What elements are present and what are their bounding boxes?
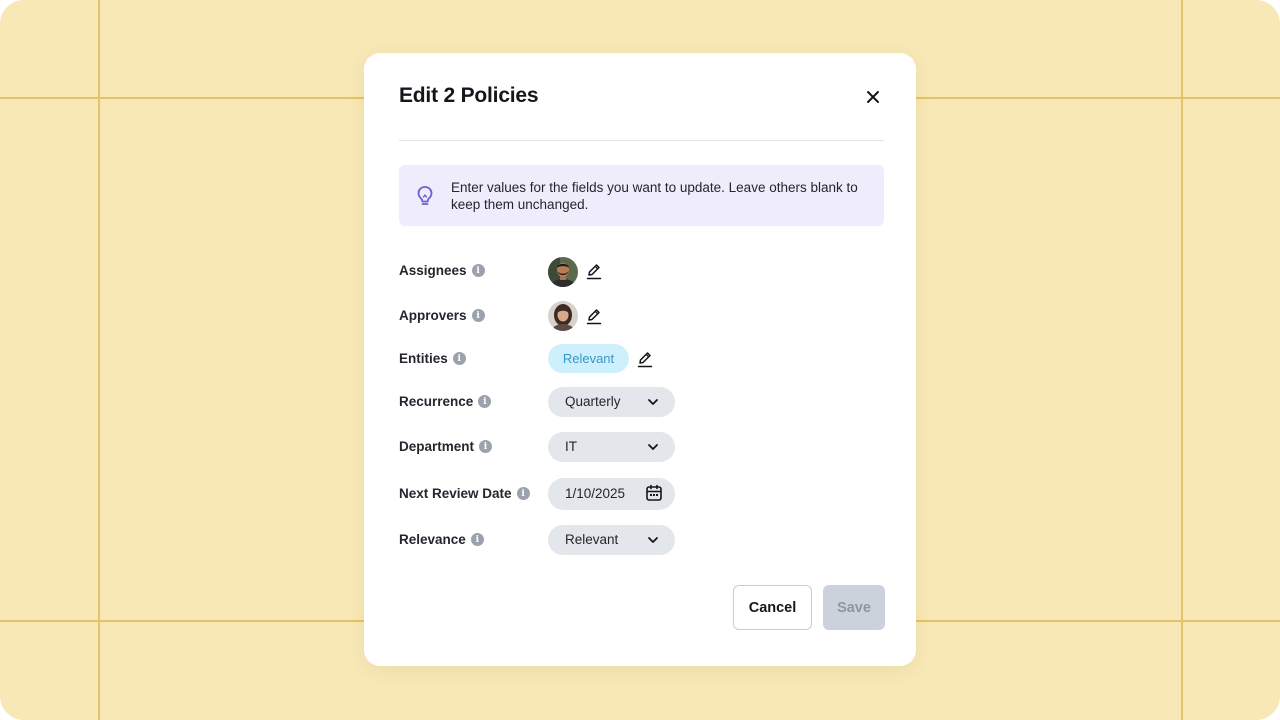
department-label-text: Department: [399, 439, 475, 454]
relevance-select[interactable]: Relevant: [548, 525, 675, 555]
lightbulb-icon: [417, 186, 433, 205]
close-button[interactable]: [862, 86, 884, 108]
assignee-avatar[interactable]: [548, 257, 578, 287]
chevron-down-icon: [648, 537, 658, 543]
relevance-value: Relevant: [565, 532, 619, 547]
info-icon[interactable]: i: [478, 395, 492, 408]
approver-avatar[interactable]: [548, 301, 578, 331]
canvas-background: Edit 2 Policies Enter values for the fie…: [0, 0, 1280, 720]
edit-policies-modal: Edit 2 Policies Enter values for the fie…: [364, 53, 916, 666]
recurrence-value: Quarterly: [565, 394, 621, 409]
info-icon[interactable]: i: [452, 352, 466, 365]
entities-label-text: Entities: [399, 351, 448, 366]
info-icon[interactable]: i: [471, 264, 485, 277]
info-icon[interactable]: i: [470, 533, 484, 546]
recurrence-label-text: Recurrence: [399, 394, 474, 409]
relevance-label-text: Relevance: [399, 532, 466, 547]
assignees-label: Assignees i: [399, 263, 485, 278]
recurrence-select[interactable]: Quarterly: [548, 387, 675, 417]
grid-line: [98, 0, 100, 720]
entity-chip-relevant: Relevant: [548, 344, 629, 373]
approvers-label: Approvers i: [399, 308, 485, 323]
edit-assignees-pencil-icon[interactable]: [586, 263, 602, 280]
close-icon: [867, 91, 879, 103]
female-user-avatar: [548, 301, 578, 331]
next-review-date-label-text: Next Review Date: [399, 486, 512, 501]
chevron-down-icon: [648, 444, 658, 450]
next-review-date-label: Next Review Date i: [399, 486, 530, 501]
next-review-date-input[interactable]: 1/10/2025: [548, 478, 675, 510]
relevance-label: Relevance i: [399, 532, 484, 547]
male-user-avatar: [548, 257, 578, 287]
department-select[interactable]: IT: [548, 432, 675, 462]
next-review-date-value: 1/10/2025: [565, 486, 626, 501]
info-banner: Enter values for the fields you want to …: [399, 165, 884, 226]
info-icon[interactable]: i: [516, 487, 530, 500]
info-banner-text: Enter values for the fields you want to …: [451, 180, 858, 212]
header-divider: [399, 140, 884, 141]
info-icon[interactable]: i: [471, 309, 485, 322]
edit-entities-pencil-icon[interactable]: [637, 351, 653, 368]
approvers-label-text: Approvers: [399, 308, 467, 323]
entities-label: Entities i: [399, 351, 466, 366]
recurrence-label: Recurrence i: [399, 394, 492, 409]
calendar-icon[interactable]: [645, 484, 663, 502]
modal-title: Edit 2 Policies: [399, 84, 539, 107]
department-label: Department i: [399, 439, 493, 454]
cancel-button[interactable]: Cancel: [733, 585, 812, 630]
assignees-label-text: Assignees: [399, 263, 467, 278]
save-button[interactable]: Save: [823, 585, 885, 630]
grid-line: [1181, 0, 1183, 720]
info-icon[interactable]: i: [479, 440, 493, 453]
edit-approvers-pencil-icon[interactable]: [586, 308, 602, 325]
chevron-down-icon: [648, 399, 658, 405]
department-value: IT: [565, 439, 577, 454]
